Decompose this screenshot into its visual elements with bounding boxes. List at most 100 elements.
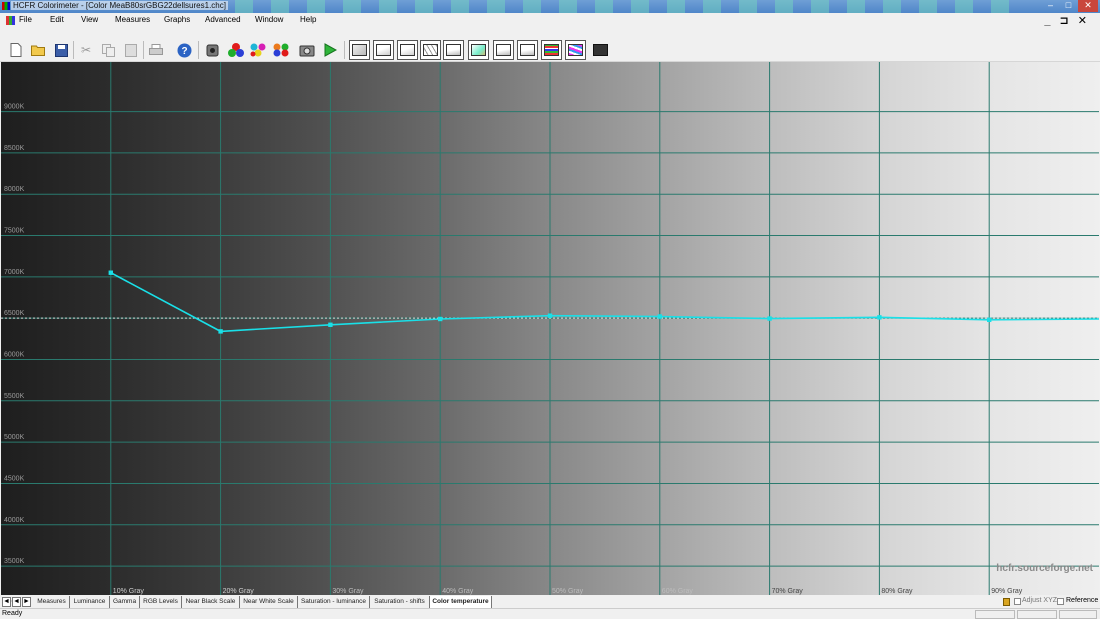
y-tick-label: 9000K xyxy=(4,104,25,111)
y-tick-label: 6000K xyxy=(4,351,25,358)
x-tick-label: 30% Gray xyxy=(332,588,364,595)
new-file-icon[interactable] xyxy=(7,41,25,59)
data-point xyxy=(438,316,443,322)
print-icon[interactable] xyxy=(147,41,165,59)
tab-rgb-levels[interactable]: RGB Levels xyxy=(140,596,182,608)
background-taskbar-icons xyxy=(235,0,1015,13)
data-point xyxy=(657,314,662,319)
x-tick-label: 70% Gray xyxy=(772,588,804,595)
y-tick-label: 4000K xyxy=(4,517,25,524)
tab-measures[interactable]: Measures xyxy=(34,596,70,608)
status-pane xyxy=(1017,610,1057,619)
tab-color-temperature[interactable]: Color temperature xyxy=(430,596,492,608)
sensor-icon[interactable] xyxy=(204,41,222,59)
window-title: HCFR Colorimeter - [Color MeaB80srGBG22d… xyxy=(11,1,228,10)
status-pane xyxy=(975,610,1015,619)
reference-label: Reference xyxy=(1066,597,1099,604)
tab-prev-button[interactable]: ◄ xyxy=(12,597,21,607)
x-tick-label: 50% Gray xyxy=(552,588,584,595)
tab-near-white-scale[interactable]: Near White Scale xyxy=(240,596,298,608)
cut-icon[interactable]: ✂ xyxy=(77,41,95,59)
camera-icon[interactable] xyxy=(298,41,316,59)
gamut-balls-icon[interactable] xyxy=(249,41,267,59)
rgb-balls-icon[interactable] xyxy=(227,41,245,59)
data-point xyxy=(328,322,333,327)
tab-first-button[interactable]: ◄◄ xyxy=(2,597,17,607)
y-tick-label: 3500K xyxy=(4,558,25,565)
paste-icon[interactable] xyxy=(122,41,140,59)
save-icon[interactable] xyxy=(52,41,70,59)
cie-graph-icon[interactable] xyxy=(349,40,370,60)
y-tick-label: 7500K xyxy=(4,228,25,235)
color-temperature-graph[interactable]: 3500K 4000K 4500K 5000K 5500K 6000K 6500K 7000K… xyxy=(1,62,1099,595)
reference-checkbox[interactable] xyxy=(1057,598,1064,605)
maximize-button[interactable]: □ xyxy=(1060,0,1077,12)
data-point xyxy=(987,317,992,323)
mdi-window-controls[interactable]: _ ⊐ ✕ xyxy=(1044,14,1090,27)
play-icon[interactable] xyxy=(321,41,339,59)
svg-text:?: ? xyxy=(181,46,187,57)
x-tick-label: 90% Gray xyxy=(991,588,1023,595)
chart-svg: 3500K 4000K 4500K 5000K 5500K 6000K 6500K 7000K… xyxy=(1,62,1099,595)
near-white-graph-icon[interactable] xyxy=(493,40,514,60)
x-tick-label: 60% Gray xyxy=(662,588,694,595)
data-point xyxy=(218,329,223,334)
menu-edit[interactable]: Edit xyxy=(50,15,64,24)
menu-view[interactable]: View xyxy=(81,15,98,24)
data-point xyxy=(108,270,113,275)
tab-saturation-luminance[interactable]: Saturation - luminance xyxy=(298,596,370,608)
tab-luminance[interactable]: Luminance xyxy=(70,596,110,608)
menu-window[interactable]: Window xyxy=(255,15,283,24)
menu-advanced[interactable]: Advanced xyxy=(205,15,241,24)
lock-icon[interactable] xyxy=(1003,598,1010,606)
adjust-xyz-label: Adjust XYZ xyxy=(1022,597,1058,604)
color-picker-icon[interactable] xyxy=(272,41,290,59)
y-tick-label: 5500K xyxy=(4,393,25,400)
data-point xyxy=(767,316,772,321)
tab-saturation-shifts[interactable]: Saturation - shifts xyxy=(370,596,430,608)
y-tick-label: 7000K xyxy=(4,269,25,276)
x-tick-label: 80% Gray xyxy=(881,588,913,595)
toolbar: ✂ ? xyxy=(0,38,1100,62)
color-temp-graph-icon[interactable] xyxy=(565,40,586,60)
luminance-graph-icon[interactable] xyxy=(373,40,394,60)
data-point xyxy=(547,313,553,318)
menu-file[interactable]: File xyxy=(19,15,32,24)
sat-luminance-graph-icon[interactable] xyxy=(517,40,538,60)
y-tick-label: 4500K xyxy=(4,475,25,482)
x-tick-label: 40% Gray xyxy=(442,588,474,595)
copy-icon[interactable] xyxy=(99,41,117,59)
sat-shift-graph-icon[interactable] xyxy=(541,40,562,60)
view-tab-bar: ◄◄ ◄ ► Measures Luminance Gamma RGB Leve… xyxy=(0,596,1100,608)
watermark: hcfr.sourceforge.net xyxy=(996,563,1093,574)
title-bar: HCFR Colorimeter - [Color MeaB80srGBG22d… xyxy=(0,0,1100,13)
tab-gamma[interactable]: Gamma xyxy=(110,596,140,608)
y-tick-label: 8500K xyxy=(4,145,25,152)
y-tick-label: 6500K xyxy=(4,310,25,317)
saturation-graph-icon[interactable] xyxy=(468,40,489,60)
series-line xyxy=(110,272,1099,333)
menu-measures[interactable]: Measures xyxy=(115,15,150,24)
tab-near-black-scale[interactable]: Near Black Scale xyxy=(182,596,240,608)
status-bar: Ready xyxy=(0,608,1100,619)
minimize-button[interactable]: – xyxy=(1042,0,1059,12)
document-icon[interactable] xyxy=(6,16,15,25)
open-folder-icon[interactable] xyxy=(29,41,47,59)
gamma-graph-icon[interactable] xyxy=(397,40,418,60)
y-tick-label: 8000K xyxy=(4,186,25,193)
app-icon xyxy=(2,2,10,10)
menu-graphs[interactable]: Graphs xyxy=(164,15,190,24)
status-pane xyxy=(1059,610,1097,619)
status-text: Ready xyxy=(2,610,23,617)
display-icon[interactable] xyxy=(590,40,611,60)
adjust-xyz-checkbox[interactable] xyxy=(1014,598,1021,605)
rgb-levels-graph-icon[interactable] xyxy=(420,40,441,60)
help-icon[interactable]: ? xyxy=(175,41,193,59)
menu-help[interactable]: Help xyxy=(300,15,316,24)
data-point xyxy=(877,315,882,320)
x-tick-label: 10% Gray xyxy=(113,588,145,595)
tab-next-button[interactable]: ► xyxy=(22,597,31,607)
y-tick-label: 5000K xyxy=(4,434,25,441)
close-button[interactable]: ✕ xyxy=(1078,0,1098,12)
near-black-graph-icon[interactable] xyxy=(443,40,464,60)
